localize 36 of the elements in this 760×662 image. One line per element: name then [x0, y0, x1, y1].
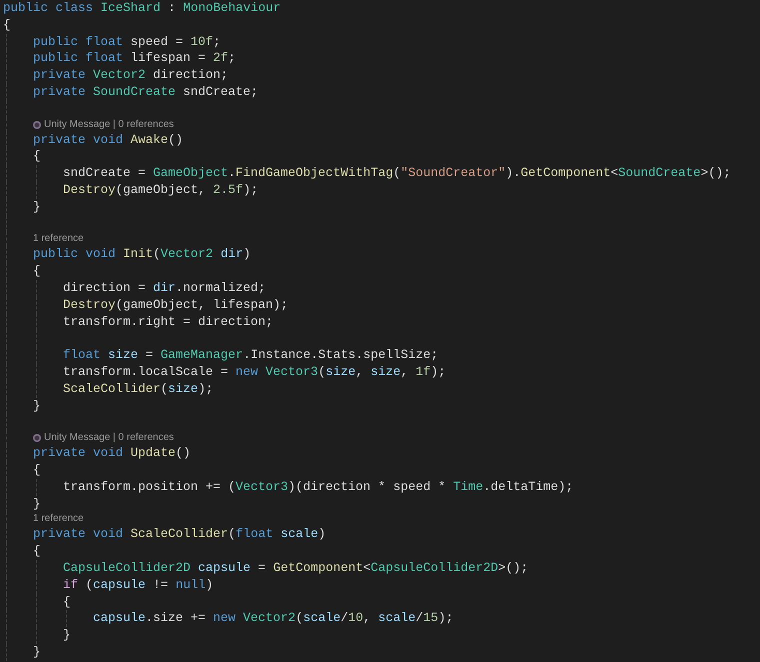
code-line: public float lifespan = 2f; — [33, 50, 236, 68]
code-line: if (capsule != null) — [63, 576, 214, 594]
code-line: private void Update() — [33, 445, 191, 462]
code-line: { — [63, 594, 71, 610]
code-line: float size = GameManager.Instance.Stats.spellSize; — [63, 347, 438, 364]
code-line: sndCreate = GameObject.FindGameObjectWithTag("SoundCreator").GetComponent<SoundCreate>(); — [63, 165, 731, 182]
code-line: { — [33, 543, 41, 560]
code-line: } — [33, 198, 41, 216]
code-line: transform.position += (Vector3)(direction * speed * Time.deltaTime); — [63, 478, 574, 496]
code-line: public void Init(Vector2 dir) — [33, 246, 251, 264]
code-line: transform.right = direction; — [63, 314, 274, 330]
code-line: public float speed = 10f; — [33, 34, 221, 50]
code-line: { — [33, 263, 41, 280]
code-lens[interactable]: Unity Message | 0 references — [44, 431, 174, 446]
code-line: } — [33, 398, 41, 414]
code-line: CapsuleCollider2D capsule = GetComponent<CapsuleCollider2D>(); — [63, 560, 528, 577]
code-line: { — [3, 16, 11, 34]
code-line: Destroy(gameObject, 2.5f); — [63, 182, 258, 199]
code-line: capsule.size += new Vector2(scale/10, scale/15); — [93, 610, 454, 628]
code-lens[interactable]: 1 reference — [33, 512, 84, 526]
code-lens[interactable]: 1 reference — [33, 232, 84, 246]
code-line: } — [33, 496, 41, 512]
code-line: } — [63, 627, 71, 644]
code-line: { — [33, 148, 41, 166]
code-line: } — [33, 644, 41, 661]
code-line: transform.localScale = new Vector3(size, size, 1f); — [63, 364, 446, 381]
code-line: public class IceShard : MonoBehaviour — [3, 0, 281, 17]
code-line: private void ScaleCollider(float scale) — [33, 526, 326, 544]
code-line: Destroy(gameObject, lifespan); — [63, 296, 288, 314]
code-line: private Vector2 direction; — [33, 67, 228, 84]
code-lens[interactable]: Unity Message | 0 references — [44, 118, 174, 132]
code-line: ScaleCollider(size); — [63, 380, 214, 398]
code-line: private SoundCreate sndCreate; — [33, 84, 258, 101]
code-line: { — [33, 462, 41, 479]
code-line: direction = dir.normalized; — [63, 280, 266, 297]
code-line: private void Awake() — [33, 132, 184, 148]
